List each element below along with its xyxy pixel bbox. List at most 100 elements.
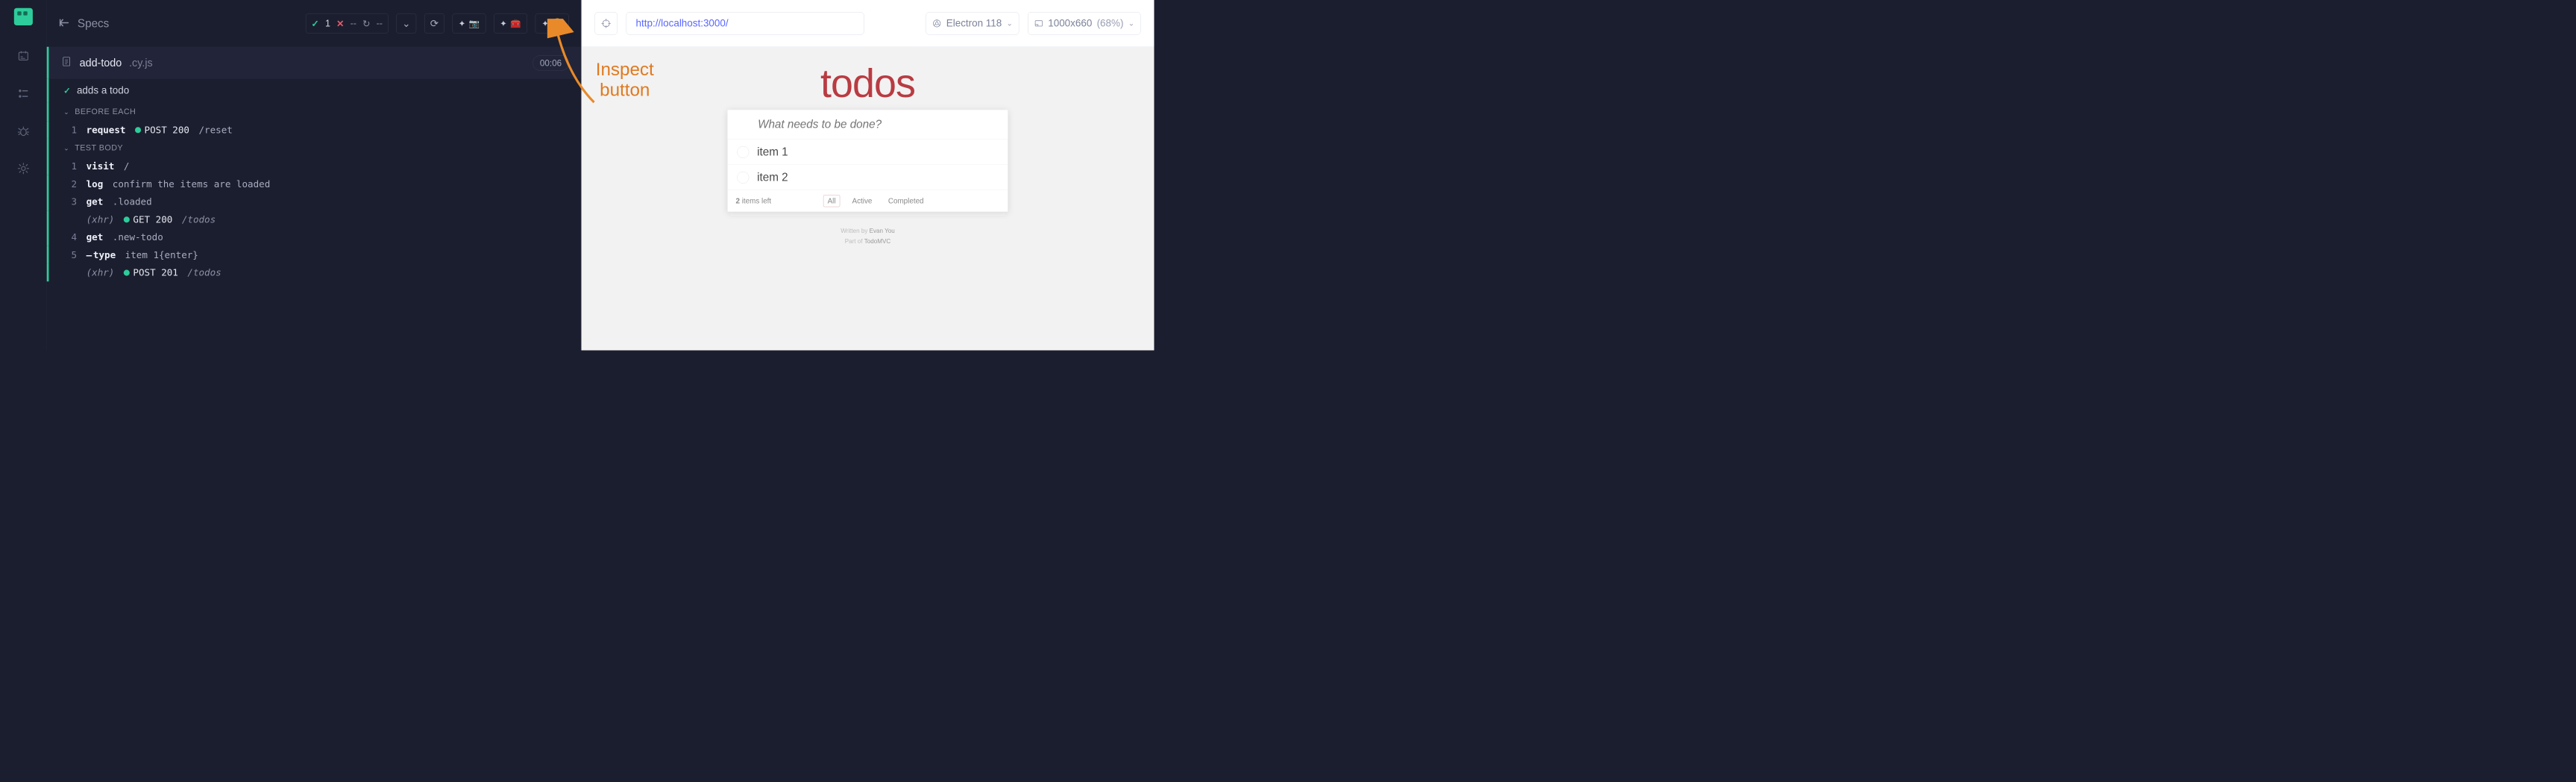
app-sidebar: [0, 0, 47, 351]
filter-all[interactable]: All: [823, 195, 841, 207]
todo-credits: Written by Evan You Part of TodoMVC: [841, 225, 894, 247]
reload-icon: ⟳: [430, 18, 439, 30]
status-text: GET 200: [133, 214, 172, 225]
command-name: get: [87, 231, 104, 243]
todo-item[interactable]: item 1: [728, 140, 1008, 165]
spec-file-ext: .cy.js: [129, 57, 153, 69]
command-row[interactable]: 4 get .new-todo: [47, 228, 581, 246]
chevron-down-icon: ⌄: [1007, 19, 1013, 28]
command-args: .new-todo: [113, 231, 163, 243]
status-dot-icon: [124, 216, 130, 222]
specs-nav-icon[interactable]: [16, 49, 30, 63]
command-number: 5: [63, 249, 77, 260]
face-icon: [552, 19, 562, 28]
todo-count-label: items left: [740, 196, 771, 204]
pass-check-icon: ✓: [311, 18, 319, 29]
section-test-body[interactable]: ⌄ TEST BODY: [47, 139, 581, 157]
pending-icon: ↻: [362, 18, 371, 29]
command-row[interactable]: 3 get .loaded: [47, 193, 581, 210]
new-todo-input[interactable]: [728, 110, 1008, 139]
command-number: 1: [63, 125, 77, 136]
todo-count: 2 items left: [735, 196, 771, 205]
credits-author: Evan You: [870, 228, 895, 234]
status-dot-icon: [124, 269, 130, 275]
wand-icon: ✦: [500, 18, 507, 28]
cypress-logo-icon: [14, 8, 33, 25]
settings-nav-icon[interactable]: [16, 162, 30, 175]
credits-prefix2: Part of: [845, 238, 864, 245]
browser-selector[interactable]: Electron 118 ⌄: [926, 12, 1019, 34]
filter-completed[interactable]: Completed: [884, 196, 927, 207]
next-test-button[interactable]: ⌄: [396, 13, 416, 34]
command-name: request: [87, 125, 126, 136]
status-badge: POST 201: [124, 267, 178, 278]
specs-title[interactable]: Specs: [78, 17, 109, 30]
runs-nav-icon[interactable]: [16, 87, 30, 100]
section-before-each[interactable]: ⌄ BEFORE EACH: [47, 102, 581, 121]
credits-prefix: Written by: [841, 228, 869, 234]
test-status-pill: ✓ 1 ✕ -- ↻ --: [306, 13, 389, 34]
back-arrow-icon[interactable]: [59, 17, 69, 30]
todo-app: todos item 1 item 2 2 items left All: [727, 60, 1008, 351]
debug-nav-icon[interactable]: [16, 125, 30, 138]
command-row[interactable]: 1 visit /: [47, 157, 581, 175]
selector-playground-button[interactable]: [594, 12, 617, 34]
todo-item[interactable]: item 2: [728, 165, 1008, 190]
url-bar[interactable]: http://localhost:3000/: [626, 12, 864, 34]
command-number: 1: [63, 160, 77, 172]
todo-item-label: item 2: [757, 171, 788, 184]
wand-icon: ✦: [541, 18, 549, 28]
command-number: 3: [63, 196, 77, 207]
playground-button-2[interactable]: ✦ 🧰: [494, 13, 527, 34]
fail-count: --: [351, 18, 356, 28]
viewport-size: 1000x660: [1048, 18, 1092, 29]
playground-button-1[interactable]: ✦ 📷: [453, 13, 486, 34]
pass-count: 1: [325, 18, 330, 28]
inspect-button[interactable]: ✦: [535, 13, 569, 34]
command-name: visit: [87, 160, 115, 172]
reload-button[interactable]: ⟳: [424, 13, 444, 34]
test-title: adds a todo: [77, 85, 129, 96]
command-args: /todos: [187, 267, 221, 278]
fail-x-icon: ✕: [336, 18, 345, 29]
status-dot-icon: [135, 127, 141, 133]
section-label: BEFORE EACH: [75, 107, 136, 116]
status-text: POST 201: [133, 267, 178, 278]
test-title-row[interactable]: ✓ adds a todo: [47, 79, 581, 102]
command-args: confirm the items are loaded: [113, 178, 270, 190]
credits-project: TodoMVC: [864, 238, 890, 245]
command-number: 2: [63, 178, 77, 190]
viewport-selector[interactable]: 1000x660 (68%) ⌄: [1028, 12, 1141, 34]
status-badge: GET 200: [124, 214, 172, 225]
command-row[interactable]: 1 request POST 200 /reset: [47, 121, 581, 139]
status-badge: POST 200: [135, 125, 189, 136]
command-name: type: [87, 249, 116, 260]
spec-duration: 00:06: [533, 55, 569, 70]
spec-file-row[interactable]: add-todo .cy.js 00:06: [47, 47, 581, 79]
xhr-tag: (xhr): [87, 267, 115, 278]
todo-card: item 1 item 2 2 items left All Active Co…: [727, 110, 1008, 212]
viewport-scale: (68%): [1097, 18, 1124, 29]
app-preview-panel: http://localhost:3000/ Electron 118 ⌄ 10…: [582, 0, 1155, 351]
command-number: 4: [63, 231, 77, 243]
chevron-down-icon: ⌄: [1128, 19, 1134, 28]
filter-active[interactable]: Active: [848, 196, 876, 207]
file-icon: [61, 56, 72, 70]
command-row[interactable]: 5 type item 1{enter}: [47, 246, 581, 264]
command-name: get: [87, 196, 104, 207]
command-row[interactable]: 2 log confirm the items are loaded: [47, 175, 581, 193]
check-icon: ✓: [63, 85, 71, 96]
toggle-circle-icon[interactable]: [737, 146, 749, 158]
status-text: POST 200: [145, 125, 189, 136]
command-args: /reset: [199, 125, 233, 136]
todo-heading: todos: [820, 60, 915, 107]
preview-stage: Inspect button todos item 1 item 2 2 ite…: [582, 47, 1155, 351]
xhr-tag: (xhr): [87, 214, 115, 225]
toggle-circle-icon[interactable]: [737, 172, 749, 184]
pending-count: --: [377, 18, 383, 28]
command-row-xhr[interactable]: (xhr) GET 200 /todos: [47, 210, 581, 228]
log-header: Specs ✓ 1 ✕ -- ↻ -- ⌄ ⟳ ✦ 📷 ✦ 🧰 ✦: [47, 0, 581, 47]
command-row-xhr[interactable]: (xhr) POST 201 /todos: [47, 263, 581, 281]
command-args: /todos: [182, 214, 216, 225]
browser-name: Electron 118: [946, 18, 1002, 29]
